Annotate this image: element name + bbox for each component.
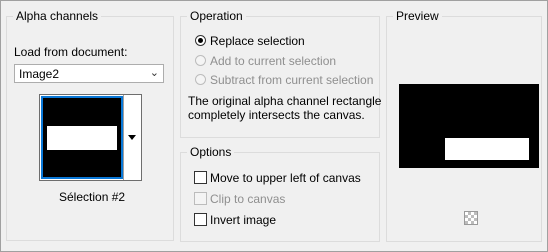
document-select[interactable]: Image2 ⌄ (14, 64, 164, 83)
load-from-document-label: Load from document: (14, 45, 128, 59)
operation-title: Operation (187, 9, 246, 23)
preview-selection-rectangle (445, 138, 529, 160)
selection-name-label: Sélection #2 (59, 190, 126, 204)
operation-message-line1: The original alpha channel rectangle (188, 94, 382, 108)
move-to-upper-left-label[interactable]: Move to upper left of canvas (210, 171, 361, 185)
document-select-value: Image2 (19, 67, 60, 81)
alpha-channel-thumbnail[interactable] (41, 96, 123, 179)
add-to-selection-label[interactable]: Add to current selection (210, 54, 336, 68)
dropdown-arrow-icon (128, 135, 136, 140)
replace-selection-label[interactable]: Replace selection (210, 34, 305, 48)
clip-to-canvas-label[interactable]: Clip to canvas (210, 192, 285, 206)
subtract-from-selection-radio[interactable] (195, 74, 206, 85)
checkerboard-icon[interactable] (464, 211, 478, 225)
invert-image-label[interactable]: Invert image (210, 213, 276, 227)
alpha-channel-thumbnail-picker[interactable] (39, 94, 142, 181)
operation-message-line2: completely intersects the canvas. (188, 108, 365, 122)
move-to-upper-left-checkbox[interactable] (194, 171, 207, 184)
alpha-channels-title: Alpha channels (13, 9, 102, 23)
thumbnail-dropdown-button[interactable] (123, 95, 141, 180)
thumbnail-selection-band (47, 126, 117, 150)
subtract-from-selection-label[interactable]: Subtract from current selection (210, 73, 373, 87)
invert-image-checkbox[interactable] (194, 213, 207, 226)
preview-canvas (399, 84, 539, 168)
add-to-selection-radio[interactable] (195, 55, 206, 66)
preview-title: Preview (393, 9, 442, 23)
replace-selection-radio[interactable] (195, 35, 206, 46)
chevron-down-icon: ⌄ (149, 67, 159, 79)
options-title: Options (187, 145, 235, 159)
clip-to-canvas-checkbox[interactable] (194, 192, 207, 205)
